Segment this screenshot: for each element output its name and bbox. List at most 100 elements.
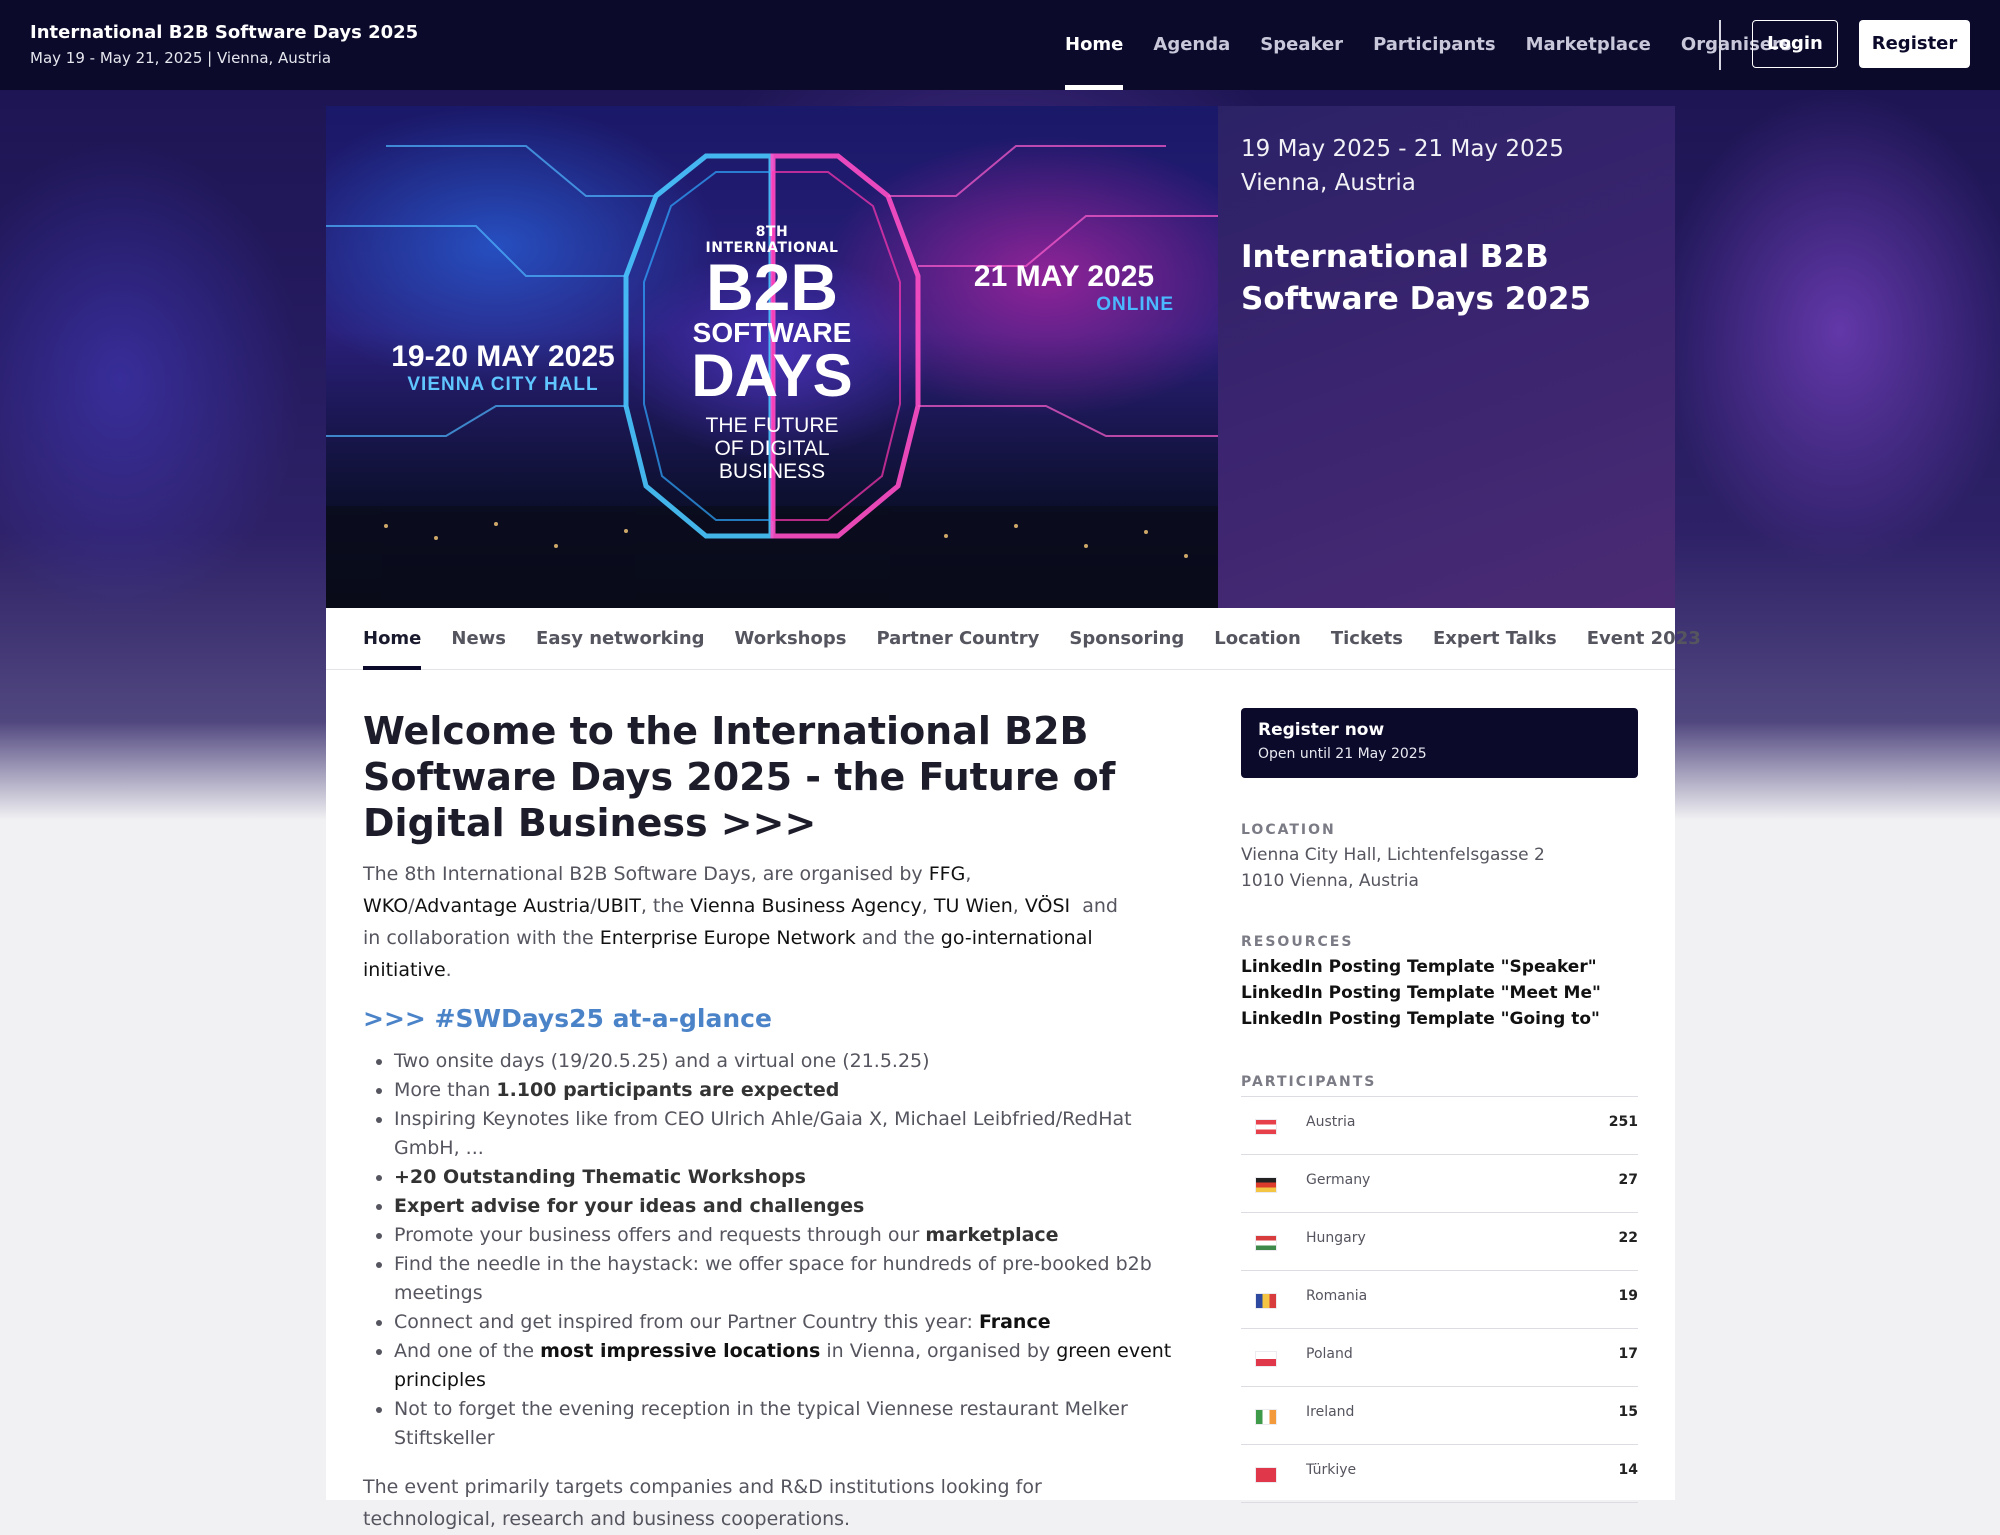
banner-onsite-dates: 19-20 MAY 2025 VIENNA CITY HALL xyxy=(358,340,648,396)
glance-heading: >>> #SWDays25 at-a-glance xyxy=(363,1004,1183,1033)
sub-nav: Home News Easy networking Workshops Part… xyxy=(326,608,1675,670)
login-button[interactable]: Login xyxy=(1752,20,1838,68)
event-title: International B2B Software Days 2025 xyxy=(30,22,418,43)
list-item: More than 1.100 participants are expecte… xyxy=(394,1076,1183,1105)
link-wko[interactable]: WKO xyxy=(363,895,408,917)
event-banner-image: 8TH INTERNATIONAL B2B SOFTWARE DAYS THE … xyxy=(326,106,1218,608)
sidebar: Register now Open until 21 May 2025 LOCA… xyxy=(1241,708,1638,1503)
intro-sep: , xyxy=(1013,895,1025,917)
highlights-list: Two onsite days (19/20.5.25) and a virtu… xyxy=(363,1047,1183,1453)
list-item: Two onsite days (19/20.5.25) and a virtu… xyxy=(394,1047,1183,1076)
participant-country: Germany xyxy=(1306,1172,1370,1188)
participant-row[interactable]: Poland17 xyxy=(1241,1329,1638,1387)
link-advantage-austria[interactable]: Advantage Austria xyxy=(415,895,591,917)
participant-row[interactable]: Türkiye14 xyxy=(1241,1445,1638,1503)
participant-count: 22 xyxy=(1619,1230,1638,1246)
bullet-text: Inspiring Keynotes like from CEO Ulrich … xyxy=(394,1108,1132,1159)
participant-country: Hungary xyxy=(1306,1230,1366,1246)
link-tu-wien[interactable]: TU Wien xyxy=(934,895,1013,917)
resources-section: RESOURCES LinkedIn Posting Template "Spe… xyxy=(1241,934,1638,1032)
intro-text: . xyxy=(446,959,452,981)
list-item: Expert advise for your ideas and challen… xyxy=(394,1192,1183,1221)
brand[interactable]: International B2B Software Days 2025 May… xyxy=(30,22,418,67)
banner-tagline-2: OF DIGITAL xyxy=(656,437,888,460)
link-enterprise-europe-network[interactable]: Enterprise Europe Network xyxy=(600,927,856,949)
participant-row[interactable]: Austria251 xyxy=(1241,1097,1638,1155)
flag-icon xyxy=(1256,1178,1276,1192)
main-nav: Home Agenda Speaker Participants Marketp… xyxy=(1050,0,1807,90)
link-vienna-business-agency[interactable]: Vienna Business Agency xyxy=(690,895,922,917)
subnav-home[interactable]: Home xyxy=(363,608,421,669)
resource-link-speaker[interactable]: LinkedIn Posting Template "Speaker" xyxy=(1241,954,1638,980)
location-label: LOCATION xyxy=(1241,822,1638,838)
subnav-sponsoring[interactable]: Sponsoring xyxy=(1069,608,1184,669)
participant-count: 15 xyxy=(1619,1404,1638,1420)
register-now-title: Register now xyxy=(1258,720,1621,740)
participant-country: Austria xyxy=(1306,1114,1355,1130)
register-button[interactable]: Register xyxy=(1859,20,1970,68)
intro-paragraph: The 8th International B2B Software Days,… xyxy=(363,858,1123,986)
locations-link[interactable]: most impressive locations xyxy=(540,1340,820,1362)
participants-label: PARTICIPANTS xyxy=(1241,1074,1638,1090)
hero-dates: 19 May 2025 - 21 May 2025 Vienna, Austri… xyxy=(1241,132,1564,200)
banner-logo: 8TH INTERNATIONAL B2B SOFTWARE DAYS THE … xyxy=(656,224,888,483)
list-item: Find the needle in the haystack: we offe… xyxy=(394,1250,1183,1308)
banner-edition-line1: 8TH xyxy=(656,224,888,240)
resource-link-meet-me[interactable]: LinkedIn Posting Template "Meet Me" xyxy=(1241,980,1638,1006)
bullet-text: Not to forget the evening reception in t… xyxy=(394,1398,1128,1449)
banner-right-place: ONLINE xyxy=(944,294,1184,316)
intro-sep: , xyxy=(965,863,971,885)
marketplace-link[interactable]: marketplace xyxy=(925,1224,1058,1246)
list-item: +20 Outstanding Thematic Workshops xyxy=(394,1163,1183,1192)
subnav-event-2023[interactable]: Event 2023 xyxy=(1587,608,1701,669)
nav-marketplace[interactable]: Marketplace xyxy=(1511,0,1666,90)
nav-home[interactable]: Home xyxy=(1050,0,1138,90)
banner-online-date: 21 MAY 2025 ONLINE xyxy=(944,260,1184,316)
subnav-news[interactable]: News xyxy=(451,608,506,669)
subnav-partner-country[interactable]: Partner Country xyxy=(876,608,1039,669)
subnav-easy-networking[interactable]: Easy networking xyxy=(536,608,705,669)
participant-country: Romania xyxy=(1306,1288,1367,1304)
main-content: Welcome to the International B2B Softwar… xyxy=(363,708,1183,1535)
register-now-button[interactable]: Register now Open until 21 May 2025 xyxy=(1241,708,1638,778)
participant-row[interactable]: Hungary 22 xyxy=(1241,1213,1638,1271)
outro-paragraph: The event primarily targets companies an… xyxy=(363,1471,1143,1535)
nav-speaker[interactable]: Speaker xyxy=(1245,0,1358,90)
list-item: And one of the most impressive locations… xyxy=(394,1337,1183,1395)
link-ffg[interactable]: FFG xyxy=(929,863,966,885)
participant-row[interactable]: Ireland15 xyxy=(1241,1387,1638,1445)
link-vosi[interactable]: VÖSI xyxy=(1025,895,1070,917)
participant-count: 27 xyxy=(1619,1172,1638,1188)
bullet-bold: Expert advise for your ideas and challen… xyxy=(394,1195,864,1217)
participant-count: 19 xyxy=(1619,1288,1638,1304)
subnav-workshops[interactable]: Workshops xyxy=(735,608,847,669)
bullet-text: Connect and get inspired from our Partne… xyxy=(394,1311,979,1333)
location-section: LOCATION Vienna City Hall, Lichtenfelsga… xyxy=(1241,822,1638,894)
participant-row[interactable]: Germany 27 xyxy=(1241,1155,1638,1213)
nav-divider xyxy=(1719,20,1721,70)
intro-sep: , xyxy=(922,895,934,917)
nav-participants[interactable]: Participants xyxy=(1358,0,1511,90)
intro-text: , the xyxy=(641,895,690,917)
hero-info-panel: 19 May 2025 - 21 May 2025 Vienna, Austri… xyxy=(1218,106,1675,608)
subnav-expert-talks[interactable]: Expert Talks xyxy=(1433,608,1557,669)
subnav-location[interactable]: Location xyxy=(1214,608,1301,669)
participant-country: Türkiye xyxy=(1306,1462,1356,1478)
participants-table: Austria251 Germany 27 Hungary 22 Romania 19 Pol… xyxy=(1241,1096,1638,1503)
list-item: Promote your business offers and request… xyxy=(394,1221,1183,1250)
flag-icon xyxy=(1256,1294,1276,1308)
link-ubit[interactable]: UBIT xyxy=(597,895,641,917)
france-link[interactable]: France xyxy=(979,1311,1051,1333)
subnav-tickets[interactable]: Tickets xyxy=(1331,608,1403,669)
banner-left-date: 19-20 MAY 2025 xyxy=(358,340,648,374)
flag-icon xyxy=(1256,1468,1276,1482)
banner-logo-days: DAYS xyxy=(656,348,888,404)
participant-row[interactable]: Romania 19 xyxy=(1241,1271,1638,1329)
resource-link-going-to[interactable]: LinkedIn Posting Template "Going to" xyxy=(1241,1006,1638,1032)
top-bar: International B2B Software Days 2025 May… xyxy=(0,0,2000,90)
hero-title: International B2B Software Days 2025 xyxy=(1241,236,1651,320)
nav-agenda[interactable]: Agenda xyxy=(1138,0,1245,90)
page-heading: Welcome to the International B2B Softwar… xyxy=(363,708,1183,846)
register-now-subtitle: Open until 21 May 2025 xyxy=(1258,746,1621,762)
banner-tagline-1: THE FUTURE xyxy=(656,414,888,437)
